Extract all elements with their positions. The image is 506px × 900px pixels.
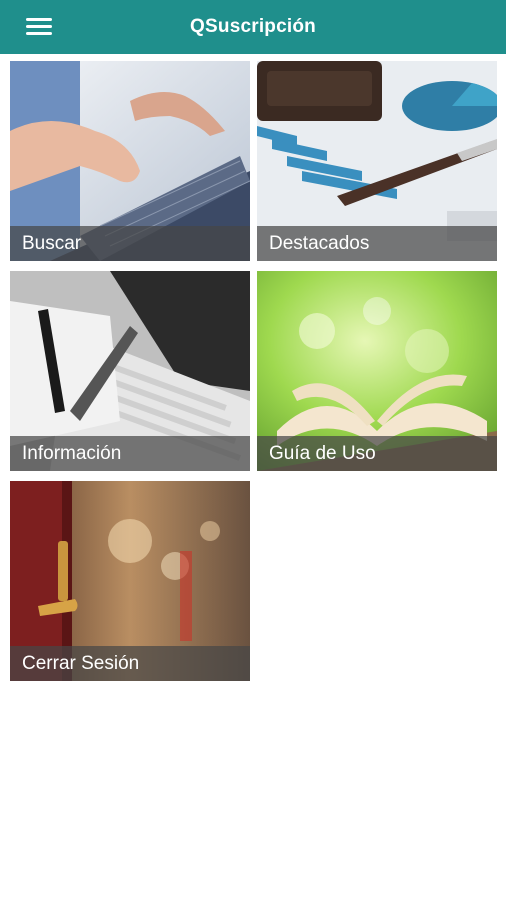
app-title: QSuscripción <box>190 16 316 37</box>
tile-guia-de-uso[interactable]: Guía de Uso <box>257 271 497 471</box>
tile-label: Información <box>10 436 250 471</box>
tile-buscar[interactable]: Buscar <box>10 61 250 261</box>
tile-label: Guía de Uso <box>257 436 497 471</box>
tile-cerrar-sesion[interactable]: Cerrar Sesión <box>10 481 250 681</box>
tile-informacion[interactable]: Información <box>10 271 250 471</box>
tile-label: Cerrar Sesión <box>10 646 250 681</box>
tile-label: Destacados <box>257 226 497 261</box>
tile-label: Buscar <box>10 226 250 261</box>
tile-destacados[interactable]: Destacados <box>257 61 497 261</box>
app-bar: QSuscripción <box>0 0 506 54</box>
